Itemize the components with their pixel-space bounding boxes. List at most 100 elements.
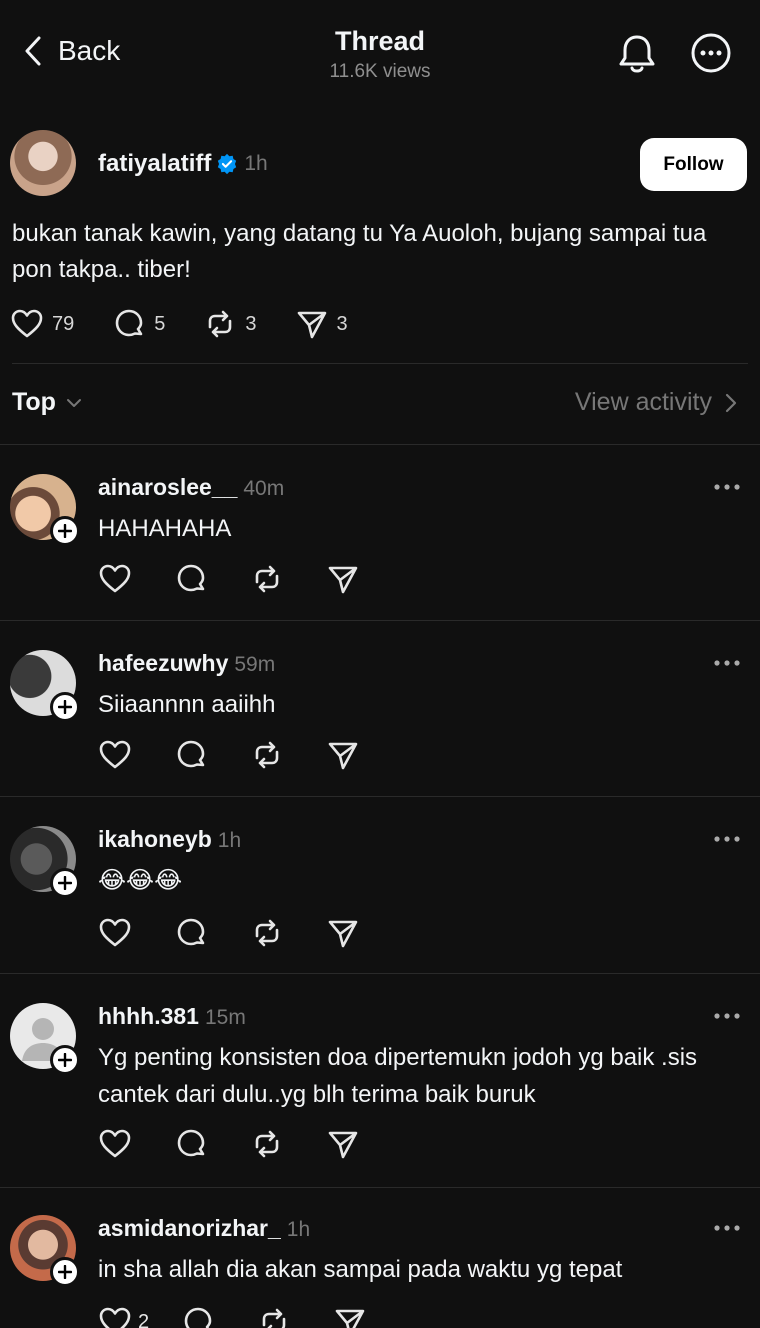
post-text: bukan tanak kawin, yang datang tu Ya Auo…: [12, 220, 707, 283]
divider: [0, 796, 760, 797]
reply-actions: [98, 562, 402, 596]
reply-actions: [98, 738, 402, 772]
comment-icon: [177, 1129, 205, 1157]
share-button[interactable]: [326, 916, 360, 950]
follow-button[interactable]: Follow: [640, 138, 747, 191]
sort-label: Top: [12, 388, 56, 416]
heart-icon: [99, 564, 131, 593]
chevron-right-icon: [725, 393, 737, 412]
more-dots-icon[interactable]: [712, 482, 742, 492]
share-icon: [328, 566, 358, 594]
like-button[interactable]: 2: [98, 1305, 149, 1328]
divider: [0, 1187, 760, 1188]
avatar[interactable]: [10, 130, 76, 196]
repost-icon: [255, 1130, 279, 1158]
reply-author-row: ikahoneyb 1h: [98, 826, 241, 853]
reply-author-row: asmidanorizhar_ 1h: [98, 1215, 310, 1242]
reply-text: in sha allah dia akan sampai pada waktu …: [98, 1256, 623, 1283]
follow-plus-button[interactable]: [50, 1257, 80, 1287]
share-button[interactable]: 3: [295, 307, 348, 341]
reply-time: 1h: [286, 1218, 311, 1241]
like-button[interactable]: [98, 1127, 132, 1161]
view-activity-link[interactable]: View activity: [575, 388, 738, 417]
reply-button[interactable]: 5: [112, 307, 165, 341]
like-button[interactable]: [98, 738, 132, 772]
share-count: 3: [336, 312, 348, 335]
reply-actions: 2: [98, 1305, 409, 1328]
reply-username[interactable]: ainaroslee__: [98, 474, 237, 501]
follow-plus-button[interactable]: [50, 692, 80, 722]
reply-item: ainaroslee__ 40m HAHAHAHA: [0, 474, 760, 604]
share-icon: [328, 742, 358, 770]
heart-icon: [11, 309, 43, 338]
sort-row: Top View activity: [12, 388, 748, 424]
post-author-row: fatiyalatiff 1h: [98, 150, 268, 178]
post-header: fatiyalatiff 1h Follow: [10, 130, 750, 200]
share-button[interactable]: [333, 1305, 367, 1328]
divider: [0, 620, 760, 621]
comment-icon: [115, 309, 143, 337]
reply-actions: [98, 1127, 402, 1161]
repost-button[interactable]: [250, 1127, 284, 1161]
like-button[interactable]: 79: [10, 307, 74, 341]
reply-button[interactable]: [174, 916, 208, 950]
top-bar: Back Thread 11.6K views: [0, 0, 760, 108]
share-button[interactable]: [326, 562, 360, 596]
reply-username[interactable]: asmidanorizhar_: [98, 1215, 281, 1242]
more-circle-icon[interactable]: [690, 32, 732, 74]
like-count: 79: [52, 312, 75, 335]
reply-button[interactable]: [174, 562, 208, 596]
more-dots-icon[interactable]: [712, 834, 742, 844]
plus-icon: [58, 876, 72, 890]
reply-time: 40m: [243, 477, 285, 500]
heart-icon: [99, 1307, 131, 1328]
like-button[interactable]: [98, 562, 132, 596]
share-icon: [297, 311, 326, 339]
plus-icon: [58, 700, 72, 714]
follow-plus-button[interactable]: [50, 1045, 80, 1075]
repost-icon: [255, 741, 279, 769]
repost-button[interactable]: [250, 916, 284, 950]
repost-count: 3: [245, 312, 257, 335]
more-dots-icon[interactable]: [712, 1011, 742, 1021]
post-actions: 79 5 3 3: [10, 304, 386, 344]
reply-button[interactable]: [181, 1305, 215, 1328]
repost-button[interactable]: [250, 738, 284, 772]
share-icon: [335, 1309, 365, 1328]
reply-author-row: ainaroslee__ 40m: [98, 474, 284, 501]
follow-plus-button[interactable]: [50, 868, 80, 898]
follow-plus-button[interactable]: [50, 516, 80, 546]
reply-item: asmidanorizhar_ 1h in sha allah dia akan…: [0, 1215, 760, 1328]
like-button[interactable]: [98, 916, 132, 950]
bell-icon[interactable]: [616, 32, 658, 76]
comment-icon: [177, 564, 205, 592]
reply-button[interactable]: [174, 738, 208, 772]
share-button[interactable]: [326, 1127, 360, 1161]
comment-icon: [177, 740, 205, 768]
reply-username[interactable]: hafeezuwhy: [98, 650, 228, 677]
heart-icon: [99, 1129, 131, 1158]
sort-dropdown[interactable]: Top: [12, 388, 84, 417]
more-dots-icon[interactable]: [712, 1223, 742, 1233]
repost-button[interactable]: [257, 1305, 291, 1328]
divider: [0, 973, 760, 974]
like-count: 2: [138, 1310, 150, 1328]
repost-icon: [209, 310, 232, 338]
reply-time: 59m: [234, 653, 276, 676]
reply-button[interactable]: [174, 1127, 208, 1161]
reply-count: 5: [154, 312, 166, 335]
repost-button[interactable]: [250, 562, 284, 596]
repost-button[interactable]: 3: [203, 307, 257, 341]
reply-actions: [98, 916, 402, 950]
reply-text: Yg penting konsisten doa dipertemukn jod…: [98, 1044, 698, 1108]
reply-username[interactable]: hhhh.381: [98, 1003, 199, 1030]
heart-icon: [99, 918, 131, 947]
reply-text: 😂😂😂: [98, 867, 183, 894]
reply-text: Siiaannnn aaiihh: [98, 691, 276, 718]
post-username[interactable]: fatiyalatiff: [98, 150, 211, 178]
share-button[interactable]: [326, 738, 360, 772]
reply-time: 1h: [217, 829, 242, 852]
more-dots-icon[interactable]: [712, 658, 742, 668]
reply-username[interactable]: ikahoneyb: [98, 826, 212, 853]
plus-icon: [58, 1053, 72, 1067]
